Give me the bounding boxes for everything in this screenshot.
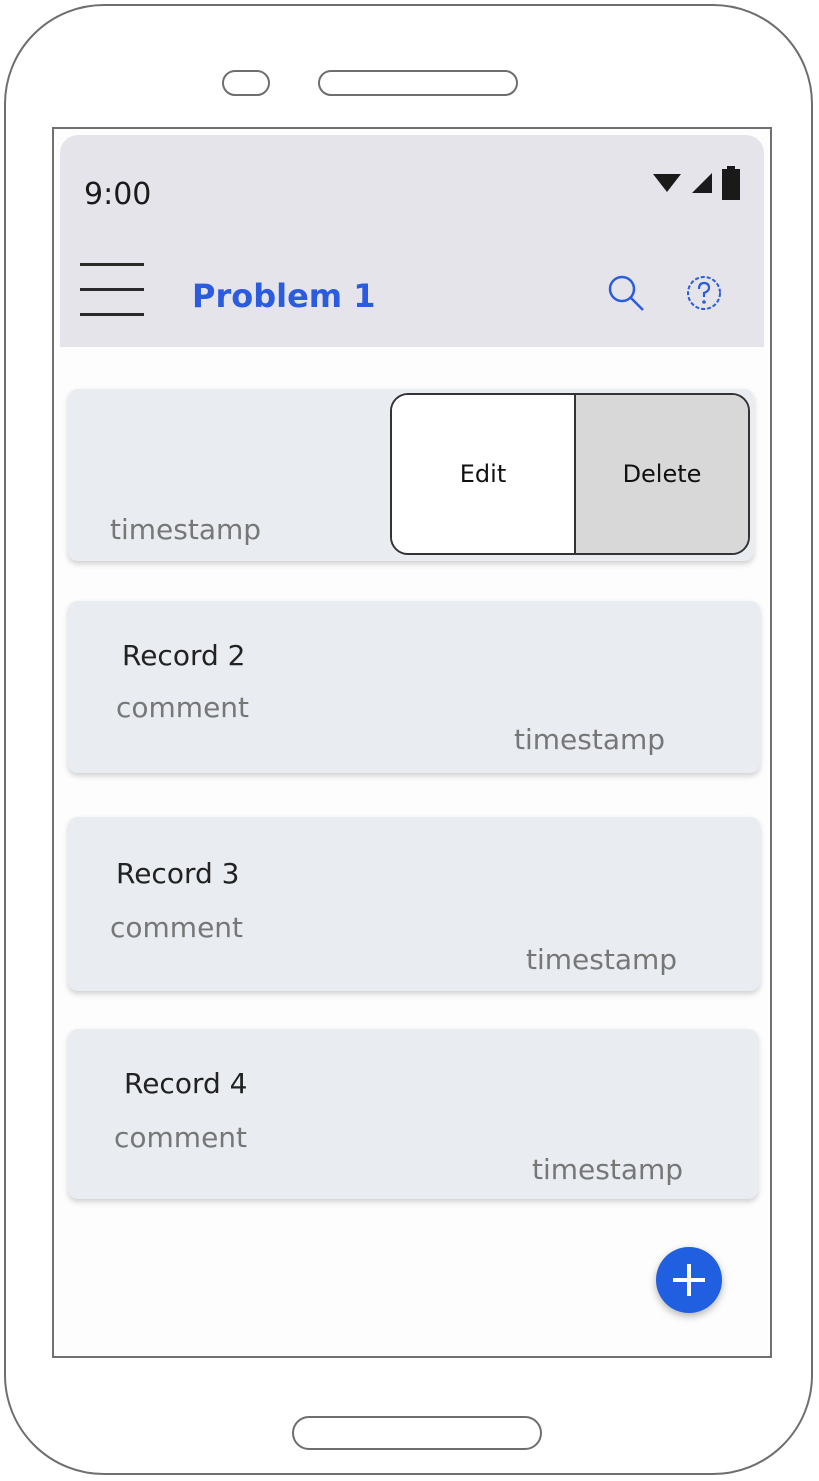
record-timestamp: timestamp [110, 513, 262, 546]
top-bar: 9:00 Problem 1 [60, 135, 764, 347]
record-title: Record 3 [116, 857, 240, 890]
delete-button[interactable]: Delete [576, 395, 748, 553]
record-comment: comment [110, 911, 244, 944]
search-icon[interactable] [606, 273, 646, 313]
camera-oval [222, 70, 270, 96]
add-icon [673, 1264, 705, 1296]
record-comment: comment [114, 1121, 248, 1154]
record-title: Record 4 [124, 1067, 248, 1100]
page-title: Problem 1 [192, 277, 376, 315]
speaker-slot [318, 70, 518, 96]
list-item[interactable]: Record 3 comment timestamp [68, 817, 760, 991]
screen: 9:00 Problem 1 timestamp Edit Delete Rec… [52, 127, 772, 1358]
list-item[interactable]: Record 4 comment timestamp [68, 1029, 758, 1199]
status-time: 9:00 [84, 177, 152, 212]
record-comment: comment [116, 691, 250, 724]
home-button[interactable] [292, 1416, 542, 1450]
record-timestamp: timestamp [514, 723, 666, 756]
menu-icon[interactable] [80, 263, 144, 317]
status-icons [652, 163, 740, 203]
signal-icon [692, 173, 712, 193]
battery-icon [722, 166, 740, 200]
list-item[interactable]: Record 2 comment timestamp [68, 601, 760, 773]
swipe-actions: Edit Delete [390, 393, 750, 555]
record-title: Record 2 [122, 639, 246, 672]
wifi-icon [653, 174, 681, 192]
record-timestamp: timestamp [532, 1153, 684, 1186]
add-record-button[interactable] [656, 1247, 722, 1313]
list-item[interactable]: timestamp Edit Delete [68, 389, 754, 561]
record-timestamp: timestamp [526, 943, 678, 976]
help-icon[interactable] [684, 273, 724, 313]
edit-button[interactable]: Edit [392, 395, 576, 553]
